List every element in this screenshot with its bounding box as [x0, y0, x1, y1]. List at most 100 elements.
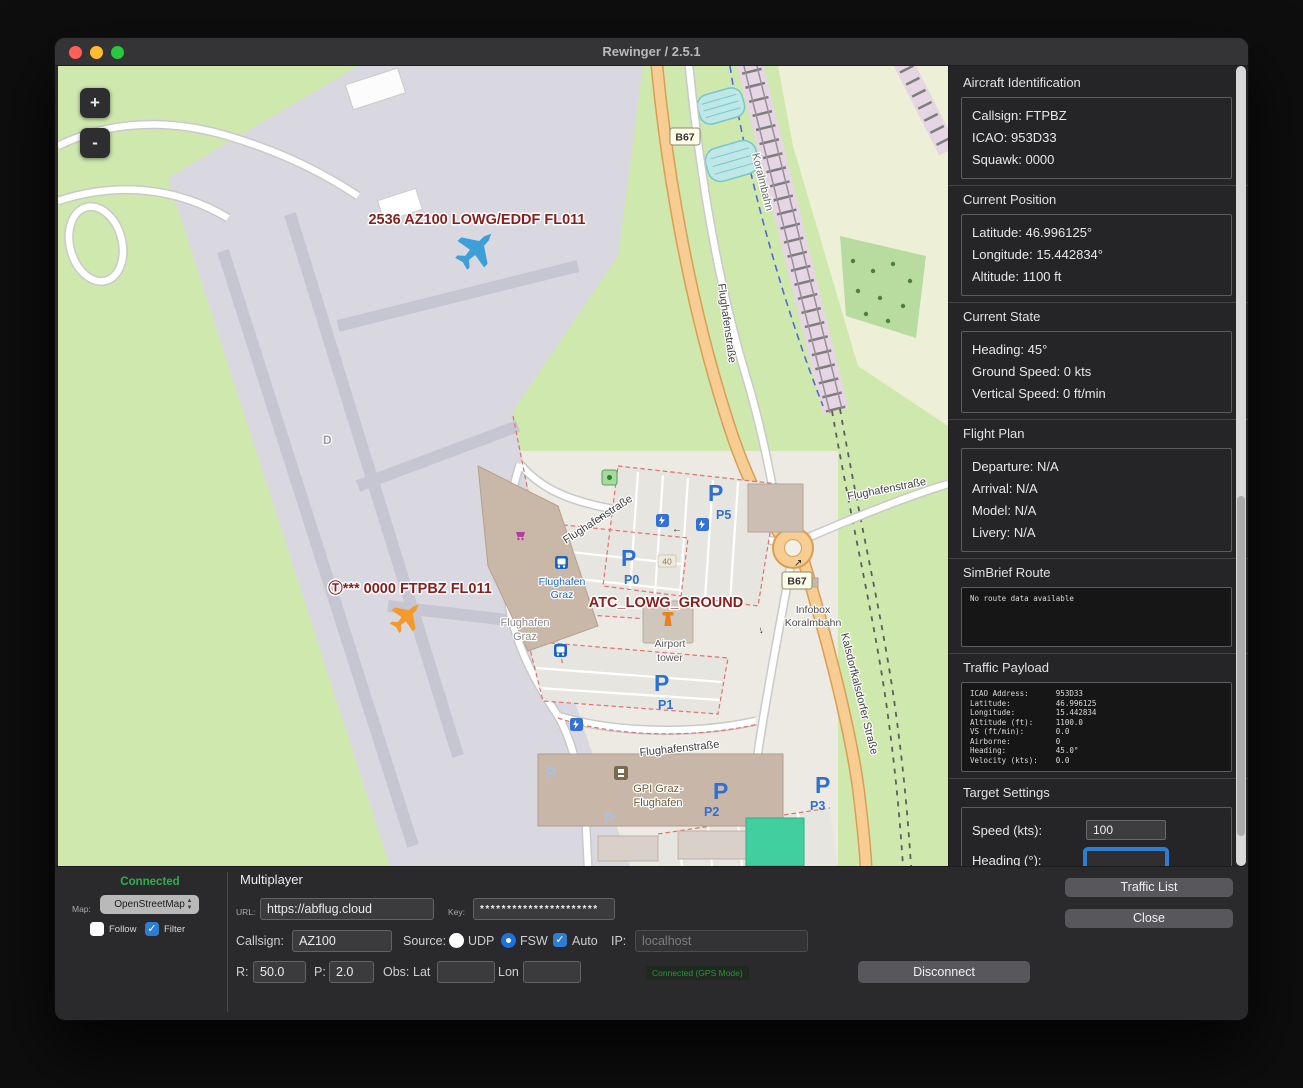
- simbrief-route-box[interactable]: No route data available: [961, 587, 1232, 647]
- poi-label-gpi-line2: Flughafen: [634, 797, 683, 809]
- callsign-input[interactable]: [292, 930, 392, 952]
- house-number-40: 40: [662, 557, 672, 567]
- section-title-traffic-payload: Traffic Payload: [949, 653, 1248, 680]
- multiplayer-title: Multiplayer: [240, 872, 303, 887]
- bottom-panel: Connected Map: OpenStreetMap ▲▼ Follow ✓…: [55, 866, 1248, 1020]
- roundabout: [785, 540, 801, 556]
- speed-label: Speed (kts):: [972, 823, 1086, 838]
- current-state-box: Heading: 45° Ground Speed: 0 kts Vertica…: [961, 331, 1232, 413]
- close-button[interactable]: Close: [1065, 909, 1233, 928]
- departure-value: Departure: N/A: [972, 456, 1221, 478]
- filter-checkbox[interactable]: ✓: [145, 922, 159, 936]
- bus-stop-icon: [554, 644, 567, 657]
- aircraft-label-az100: 2536 AZ100 LOWG/EDDF FL011: [368, 212, 585, 228]
- poi-label-graz: Graz: [513, 631, 537, 643]
- connection-status: Connected: [75, 876, 225, 888]
- range-input[interactable]: [253, 961, 306, 983]
- key-input[interactable]: [473, 898, 615, 920]
- b67-badge-north: B67: [675, 132, 694, 144]
- parking-p-icon: P: [654, 670, 669, 696]
- poi-label-tower: tower: [657, 652, 683, 664]
- ev-charging-icon: [570, 718, 583, 731]
- map-select-label: Map:: [72, 904, 91, 914]
- parking-label-p5: P5: [716, 508, 731, 522]
- disconnect-button[interactable]: Disconnect: [858, 961, 1030, 983]
- parking-label-p3: P3: [810, 799, 825, 813]
- section-title-target-settings: Target Settings: [949, 778, 1248, 805]
- ground-speed-value: Ground Speed: 0 kts: [972, 361, 1221, 383]
- parking-p-icon: P: [815, 772, 830, 798]
- parking-label-p0: P0: [624, 573, 639, 587]
- poi-label-flughafen: Flughafen: [501, 617, 550, 629]
- ip-input[interactable]: [635, 930, 808, 952]
- svg-text:↗: ↗: [794, 558, 802, 569]
- chevron-up-down-icon: ▲▼: [183, 898, 196, 912]
- map-canvas[interactable]: Koralmbahn Flughafenstraße Flughafenstra…: [58, 66, 948, 866]
- range-label: R:: [236, 965, 249, 979]
- parking-label-p2: P2: [704, 805, 719, 819]
- lat-label: Lat: [413, 965, 430, 979]
- parking-p-icon: P: [621, 545, 636, 571]
- scrollbar-thumb[interactable]: [1237, 496, 1245, 836]
- key-label: Key:: [448, 907, 465, 917]
- app-window: Rewinger / 2.5.1: [55, 38, 1248, 1020]
- source-label: Source:: [403, 934, 446, 948]
- poi-label-infobox-line1: Infobox: [796, 604, 831, 616]
- section-title-current-state: Current State: [949, 302, 1248, 329]
- sidebar-scrollbar[interactable]: [1236, 66, 1246, 866]
- title-bar: Rewinger / 2.5.1: [55, 38, 1248, 66]
- ip-label: IP:: [611, 934, 626, 948]
- aircraft-identification-box: Callsign: FTPBZ ICAO: 953D33 Squawk: 000…: [961, 97, 1232, 179]
- traffic-list-button[interactable]: Traffic List: [1065, 878, 1233, 897]
- follow-checkbox[interactable]: [90, 922, 104, 936]
- icao-value: ICAO: 953D33: [972, 127, 1221, 149]
- current-position-box: Latitude: 46.996125° Longitude: 15.44283…: [961, 214, 1232, 296]
- map-zoom-out-button[interactable]: -: [80, 128, 110, 158]
- period-input[interactable]: [329, 961, 374, 983]
- filter-label: Filter: [164, 924, 185, 935]
- ev-charging-icon: [656, 514, 669, 527]
- auto-label: Auto: [572, 934, 598, 948]
- arrival-value: Arrival: N/A: [972, 478, 1221, 500]
- green-roof-building: [746, 818, 804, 866]
- gps-mode-status: Connected (GPS Mode): [646, 966, 749, 980]
- model-value: Model: N/A: [972, 500, 1221, 522]
- section-title-aircraft-identification: Aircraft Identification: [949, 66, 1248, 95]
- period-label: P:: [314, 965, 326, 979]
- obs-lon-input[interactable]: [523, 961, 581, 983]
- latitude-value: Latitude: 46.996125°: [972, 222, 1221, 244]
- poi-label-infobox-line2: Koralmbahn: [785, 617, 842, 629]
- speed-input[interactable]: [1086, 820, 1166, 840]
- longitude-value: Longitude: 15.442834°: [972, 244, 1221, 266]
- transit-label-graz: Graz: [551, 589, 574, 601]
- parking-p-icon: P: [708, 480, 723, 506]
- callsign-label: Callsign:: [236, 934, 284, 948]
- parking-label-p1: P1: [658, 698, 673, 712]
- b67-badge-south: B67: [787, 576, 806, 588]
- window-title: Rewinger / 2.5.1: [55, 44, 1248, 59]
- vertical-speed-value: Vertical Speed: 0 ft/min: [972, 383, 1221, 405]
- simbrief-route-content: No route data available: [970, 594, 1223, 604]
- map-zoom-in-button[interactable]: +: [80, 88, 110, 118]
- transit-label-flughafen: Flughafen: [539, 576, 586, 588]
- squawk-value: Squawk: 0000: [972, 149, 1221, 171]
- heading-value: Heading: 45°: [972, 339, 1221, 361]
- flight-plan-box: Departure: N/A Arrival: N/A Model: N/A L…: [961, 448, 1232, 552]
- udp-radio[interactable]: [449, 933, 464, 948]
- map-provider-select[interactable]: OpenStreetMap ▲▼: [100, 895, 199, 914]
- bus-stop-icon: [555, 556, 568, 569]
- parking-p-icon: P: [713, 778, 728, 804]
- office-icon: [614, 766, 628, 780]
- poi-label-gpi-line1: GPI Graz-: [633, 783, 683, 795]
- openstreetmap-view[interactable]: Koralmbahn Flughafenstraße Flughafenstra…: [58, 66, 948, 866]
- section-title-flight-plan: Flight Plan: [949, 419, 1248, 446]
- fsw-label: FSW: [520, 934, 548, 948]
- url-input[interactable]: [260, 898, 434, 920]
- parking-p-icon-private: P: [546, 765, 557, 782]
- aircraft-label-ftpbz: Ⓣ*** 0000 FTPBZ FL011: [328, 579, 492, 597]
- fsw-radio[interactable]: [501, 933, 516, 948]
- livery-value: Livery: N/A: [972, 522, 1221, 544]
- section-title-current-position: Current Position: [949, 185, 1248, 212]
- obs-lat-input[interactable]: [437, 961, 495, 983]
- auto-checkbox[interactable]: ✓: [553, 933, 567, 947]
